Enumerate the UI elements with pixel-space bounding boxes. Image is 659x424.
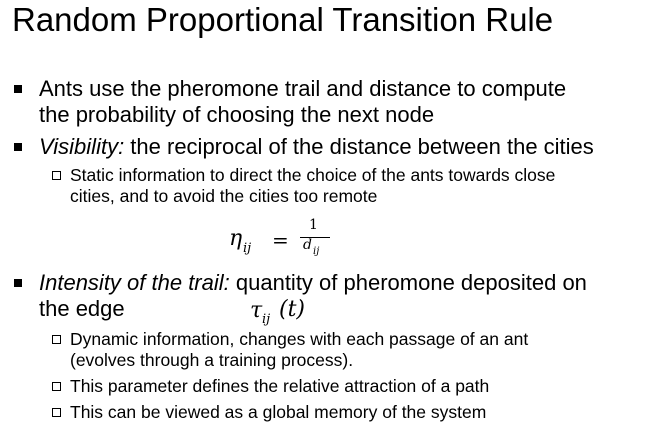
bullet-square-icon [14,279,22,287]
slide-title: Random Proportional Transition Rule [12,1,554,38]
bullet-square-icon [14,85,22,93]
intensity-sub-1-line-2: (evolves through a training process). [70,350,354,370]
sub-bullet-box-icon [52,171,61,180]
bullet-square-icon [14,143,22,151]
intensity-term: Intensity of the trail: [39,270,230,295]
tau-symbol: τ [250,298,263,323]
equals-sign: = [272,228,289,252]
sub-bullet-box-icon [52,382,61,391]
fraction-denominator-symbol: d [303,237,312,253]
sub-bullet-box-icon [52,335,61,344]
bullet-3-line-1: Intensity of the trail: quantity of pher… [39,270,587,296]
bullet-1-line-2: the probability of choosing the next nod… [39,102,435,127]
fraction-numerator: 1 [309,217,318,233]
tau-subscript: ij [262,312,271,327]
sub-bullet-box-icon [52,408,61,417]
intensity-sub-2: This parameter defines the relative attr… [70,376,490,396]
visibility-sub-line-2: cities, and to avoid the cities too remo… [70,186,378,206]
intensity-sub-3: This can be viewed as a global memory of… [70,402,487,422]
visibility-sub-line-1: Static information to direct the choice … [70,165,556,185]
bullet-3-line-2: the edge [39,296,125,321]
fraction-denominator-subscript: ij [313,246,320,257]
intensity-sub-1-line-1: Dynamic information, changes with each p… [70,329,529,349]
visibility-description: the reciprocal of the distance between t… [124,134,594,159]
intensity-description: quantity of pheromone deposited on [229,270,587,295]
eta-symbol: η [229,226,243,251]
bullet-2-line: Visibility: the reciprocal of the distan… [39,134,594,160]
tau-argument: (t) [279,297,306,322]
bullet-1-line-1: Ants use the pheromone trail and distanc… [39,76,567,101]
eta-subscript: ij [243,241,252,256]
visibility-term: Visibility: [39,134,125,159]
